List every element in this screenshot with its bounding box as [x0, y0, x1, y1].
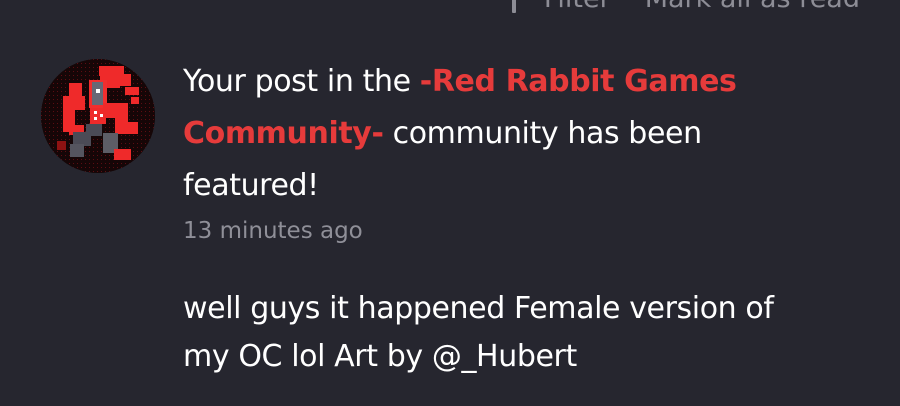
message-prefix: Your post in the [183, 64, 420, 99]
community-avatar[interactable] [41, 59, 155, 173]
notification-timestamp: 13 minutes ago [183, 218, 363, 244]
post-excerpt[interactable]: well guys it happened Female version of … [183, 285, 823, 381]
featured-post-notification[interactable]: Your post in the -Red Rabbit Games Commu… [0, 0, 900, 406]
pixel-art-character-icon [41, 59, 155, 173]
notification-content: Your post in the -Red Rabbit Games Commu… [183, 56, 823, 381]
notification-message: Your post in the -Red Rabbit Games Commu… [183, 56, 823, 212]
